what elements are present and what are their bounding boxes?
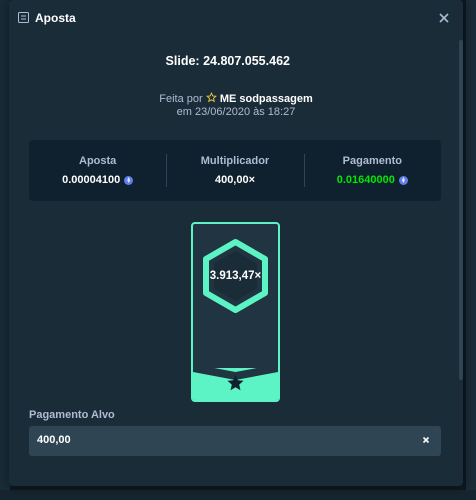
payout-value: 0.01640000 [336,174,395,186]
bet-amount-label: Aposta [79,155,117,167]
result-multiplier: 3.913,47× [209,270,262,282]
background-page-bottom [0,490,476,500]
username[interactable]: ME sodpassagem [220,93,313,105]
multiplier-value: 400,00× [214,174,256,186]
modal-title: Aposta [35,11,76,25]
stat-multiplier: Multiplicador 400,00× [166,140,303,201]
receipt-icon [18,12,29,23]
multiplier-label: Multiplicador [200,155,270,167]
modal-header: Aposta [9,0,463,36]
stat-payout: Pagamento 0.01640000 [303,140,441,201]
bet-stats-panel: Aposta 0.00004100 Multiplicador 400,00× … [29,140,441,201]
bet-date: em 23/06/2020 às 18:27 [176,106,296,118]
target-payout-label: Pagamento Alvo [29,409,115,421]
eth-coin-icon [398,175,408,185]
game-label: Slide: [165,54,200,68]
made-by-prefix: Feita por [159,93,203,105]
target-payout-value: 400,00 [37,434,71,446]
result-card: 3.913,47× [191,222,280,402]
background-page-right [466,0,476,500]
close-icon[interactable] [437,11,451,25]
eth-coin-icon [124,175,134,185]
modal-scrollbar[interactable] [459,40,463,380]
star-icon [227,375,244,391]
bet-details-modal: Aposta Slide: 24.807.055.462 Feita por M… [9,0,463,486]
bet-id-line: Slide: 24.807.055.462 [9,54,463,68]
made-by-info: Feita por ME sodpassagem em 23/06/2020 à… [9,92,463,119]
star-icon [205,92,217,103]
stat-bet: Aposta 0.00004100 [29,140,166,201]
bet-amount-value: 0.00004100 [62,174,121,186]
bet-id: 24.807.055.462 [203,54,290,68]
multiply-icon [422,436,430,444]
payout-label: Pagamento [342,155,402,167]
target-payout-field[interactable]: 400,00 [29,426,441,456]
